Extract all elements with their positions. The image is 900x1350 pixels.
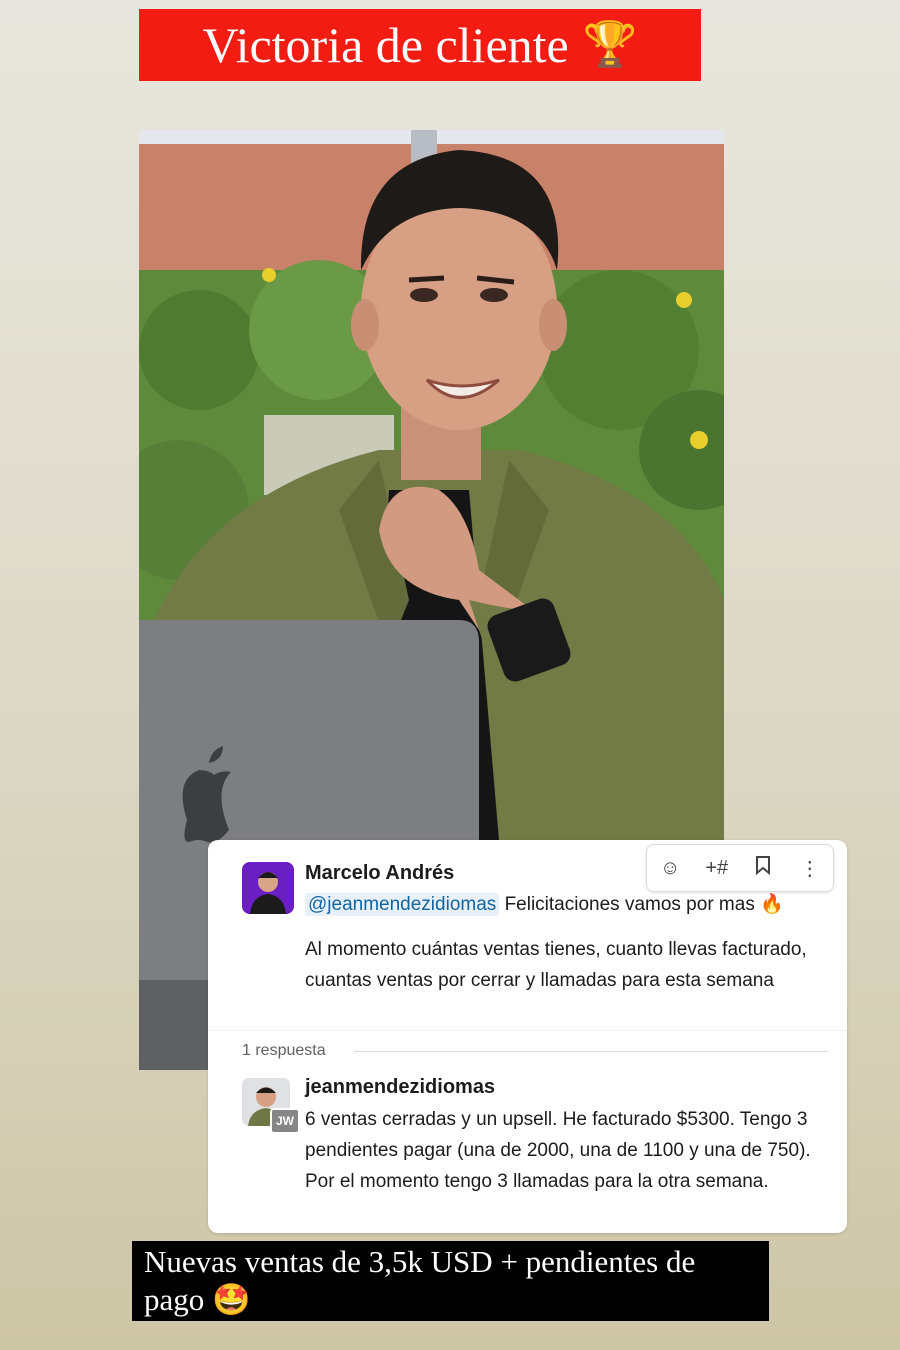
workspace-badge: JW <box>270 1108 300 1134</box>
fire-icon: 🔥 <box>760 894 784 915</box>
add-reaction-icon[interactable]: ☺ <box>652 857 688 880</box>
bookmark-icon[interactable] <box>745 855 781 881</box>
trophy-icon: 🏆 <box>582 20 638 69</box>
reply-divider <box>354 1051 828 1052</box>
title-text: Victoria de cliente <box>202 17 569 73</box>
reply-author-name[interactable]: jeanmendezidiomas <box>305 1076 495 1099</box>
title-banner: Victoria de cliente 🏆 <box>139 9 701 81</box>
slack-message-card: Marcelo Andrés ☺ +# ⋮ @jeanmendezidiomas… <box>208 840 847 1233</box>
message-greeting: Felicitaciones vamos por mas <box>504 894 755 915</box>
sender-avatar[interactable] <box>242 862 294 914</box>
reply-count[interactable]: 1 respuesta <box>242 1042 326 1060</box>
message-toolbar: ☺ +# ⋮ <box>646 844 834 892</box>
message-first-line: @jeanmendezidiomas Felicitaciones vamos … <box>305 892 784 916</box>
channel-share-icon[interactable]: +# <box>699 857 735 880</box>
sender-avatar-image <box>242 862 294 914</box>
sender-name[interactable]: Marcelo Andrés <box>305 862 454 885</box>
caption-banner: Nuevas ventas de 3,5k USD + pendientes d… <box>132 1241 769 1321</box>
divider <box>208 1030 847 1031</box>
message-body: Al momento cuántas ventas tienes, cuanto… <box>305 939 807 991</box>
user-mention[interactable]: @jeanmendezidiomas <box>305 893 500 916</box>
more-options-icon[interactable]: ⋮ <box>792 856 828 881</box>
star-struck-icon: 🤩 <box>212 1282 251 1317</box>
reply-body: 6 ventas cerradas y un upsell. He factur… <box>305 1109 811 1192</box>
